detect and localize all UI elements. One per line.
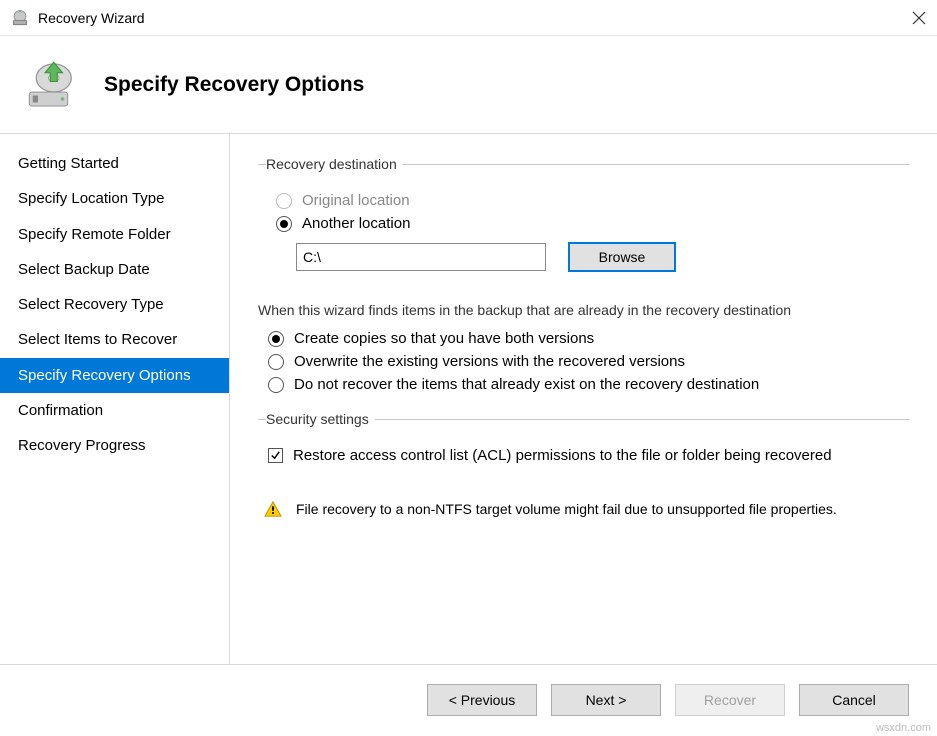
checkbox-label: Restore access control list (ACL) permis… — [293, 447, 832, 464]
sidebar-item-recovery-type[interactable]: Select Recovery Type — [0, 287, 229, 322]
cancel-button[interactable]: Cancel — [799, 684, 909, 716]
recovery-destination-legend: Recovery destination — [266, 156, 403, 172]
titlebar-left: Recovery Wizard — [10, 8, 145, 28]
app-icon — [10, 8, 30, 28]
sidebar-item-backup-date[interactable]: Select Backup Date — [0, 252, 229, 287]
previous-button[interactable]: < Previous — [427, 684, 537, 716]
sidebar-item-items-to-recover[interactable]: Select Items to Recover — [0, 322, 229, 357]
recover-button: Recover — [675, 684, 785, 716]
security-settings-group: Security settings Restore access control… — [258, 411, 909, 484]
destination-path-input[interactable] — [296, 243, 546, 271]
sidebar-item-recovery-progress[interactable]: Recovery Progress — [0, 428, 229, 463]
checkbox-icon — [268, 448, 283, 463]
radio-label: Original location — [302, 192, 410, 209]
wizard-content: Recovery destination Original location A… — [230, 134, 937, 664]
close-icon[interactable] — [911, 10, 927, 26]
next-button[interactable]: Next > — [551, 684, 661, 716]
radio-icon — [268, 377, 284, 393]
radio-icon — [268, 354, 284, 370]
radio-create-copies[interactable]: Create copies so that you have both vers… — [268, 330, 909, 347]
radio-do-not-recover[interactable]: Do not recover the items that already ex… — [268, 376, 909, 393]
sidebar-item-confirmation[interactable]: Confirmation — [0, 393, 229, 428]
wizard-header: Specify Recovery Options — [0, 36, 937, 134]
sidebar-item-location-type[interactable]: Specify Location Type — [0, 181, 229, 216]
radio-label: Another location — [302, 215, 410, 232]
conflict-legend: When this wizard finds items in the back… — [258, 302, 909, 318]
watermark: wsxdn.com — [876, 722, 931, 734]
destination-path-row: Browse — [296, 242, 909, 272]
radio-label: Do not recover the items that already ex… — [294, 376, 759, 393]
recovery-destination-group: Recovery destination Original location A… — [258, 156, 909, 290]
window-title: Recovery Wizard — [38, 10, 145, 26]
radio-icon — [268, 331, 284, 347]
wizard-steps-sidebar: Getting Started Specify Location Type Sp… — [0, 134, 230, 664]
security-legend: Security settings — [266, 411, 375, 427]
sidebar-item-getting-started[interactable]: Getting Started — [0, 146, 229, 181]
page-title: Specify Recovery Options — [104, 73, 364, 97]
warning-icon — [264, 500, 282, 518]
wizard-footer: < Previous Next > Recover Cancel — [0, 664, 937, 734]
radio-icon — [276, 216, 292, 232]
ntfs-warning: File recovery to a non-NTFS target volum… — [264, 500, 909, 518]
sidebar-item-recovery-options[interactable]: Specify Recovery Options — [0, 358, 229, 393]
radio-label: Create copies so that you have both vers… — [294, 330, 594, 347]
recovery-icon — [24, 57, 80, 113]
wizard-body: Getting Started Specify Location Type Sp… — [0, 134, 937, 664]
browse-button[interactable]: Browse — [568, 242, 676, 272]
radio-overwrite[interactable]: Overwrite the existing versions with the… — [268, 353, 909, 370]
sidebar-item-remote-folder[interactable]: Specify Remote Folder — [0, 217, 229, 252]
titlebar: Recovery Wizard — [0, 0, 937, 36]
radio-icon — [276, 193, 292, 209]
warning-text: File recovery to a non-NTFS target volum… — [296, 501, 837, 517]
checkbox-restore-acl[interactable]: Restore access control list (ACL) permis… — [268, 447, 909, 464]
radio-another-location[interactable]: Another location — [276, 215, 909, 232]
conflict-handling-group: When this wizard finds items in the back… — [258, 302, 909, 393]
radio-label: Overwrite the existing versions with the… — [294, 353, 685, 370]
radio-original-location: Original location — [276, 192, 909, 209]
